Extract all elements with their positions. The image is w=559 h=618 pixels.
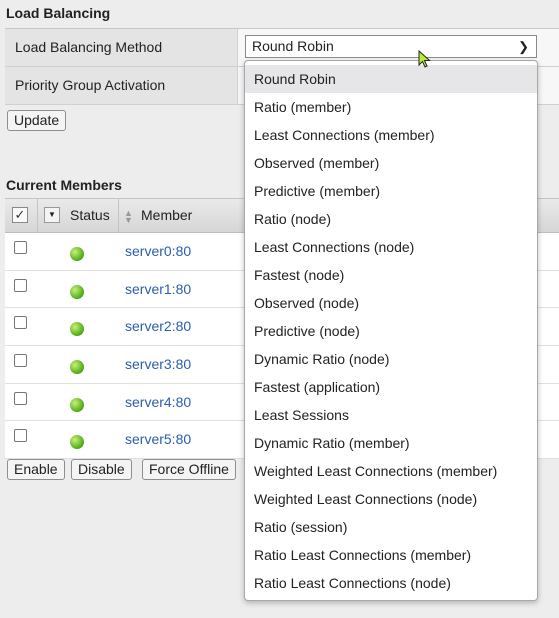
dropdown-option[interactable]: Fastest (node) <box>245 261 537 289</box>
dropdown-option[interactable]: Round Robin <box>245 65 537 93</box>
row-checkbox[interactable] <box>14 391 27 405</box>
dropdown-option[interactable]: Least Connections (member) <box>245 121 537 149</box>
dropdown-option[interactable]: Observed (node) <box>245 289 537 317</box>
dropdown-option[interactable]: Ratio (member) <box>245 93 537 121</box>
dropdown-option[interactable]: Fastest (application) <box>245 373 537 401</box>
dropdown-option[interactable]: Ratio (node) <box>245 205 537 233</box>
status-available-icon <box>70 397 84 412</box>
update-button[interactable]: Update <box>7 110 67 131</box>
dropdown-option[interactable]: Weighted Least Connections (node) <box>245 485 537 513</box>
member-link[interactable]: server3:80 <box>125 356 191 372</box>
sort-down-icon: ▼ <box>124 215 133 225</box>
member-link[interactable]: server1:80 <box>125 281 191 297</box>
dropdown-option[interactable]: Observed (member) <box>245 149 537 177</box>
status-available-icon <box>70 360 84 375</box>
section-title: Load Balancing <box>6 5 111 21</box>
priority-label: Priority Group Activation <box>5 67 238 104</box>
dropdown-option[interactable]: Ratio Least Connections (member) <box>245 541 537 569</box>
method-dropdown-list: Round Robin Ratio (member) Least Connectio… <box>244 60 538 601</box>
dropdown-option[interactable]: Weighted Least Connections (member) <box>245 457 537 485</box>
select-all-checkbox[interactable]: ✓ <box>12 207 28 223</box>
status-available-icon <box>70 435 84 450</box>
dropdown-option[interactable]: Ratio Least Connections (node) <box>245 569 537 597</box>
select-all-cell: ✓ <box>5 199 38 232</box>
row-checkbox[interactable] <box>14 241 27 254</box>
disable-button[interactable]: Disable <box>71 459 132 480</box>
filter-dropdown-icon[interactable]: ▼ <box>44 207 60 223</box>
mouse-cursor-icon <box>418 50 431 68</box>
member-header-label: Member <box>141 207 193 223</box>
dropdown-option[interactable]: Dynamic Ratio (member) <box>245 429 537 457</box>
member-link[interactable]: server4:80 <box>125 394 191 410</box>
status-header-label: Status <box>70 207 110 223</box>
dropdown-option[interactable]: Least Connections (node) <box>245 233 537 261</box>
dropdown-option[interactable]: Least Sessions <box>245 401 537 429</box>
row-checkbox[interactable] <box>14 278 27 292</box>
member-link[interactable]: server2:80 <box>125 318 191 334</box>
dropdown-option[interactable]: Predictive (member) <box>245 177 537 205</box>
chevron-down-icon: ❯ <box>518 39 529 54</box>
dropdown-option[interactable]: Ratio (session) <box>245 513 537 541</box>
method-select-value: Round Robin <box>252 38 334 54</box>
status-available-icon <box>70 322 84 337</box>
status-available-icon <box>70 284 84 299</box>
method-select[interactable]: Round Robin ❯ <box>245 35 537 58</box>
method-label: Load Balancing Method <box>5 29 238 66</box>
member-link[interactable]: server0:80 <box>125 243 191 259</box>
dropdown-option[interactable]: Predictive (node) <box>245 317 537 345</box>
enable-button[interactable]: Enable <box>7 459 65 480</box>
dropdown-option[interactable]: Dynamic Ratio (node) <box>245 345 537 373</box>
row-checkbox[interactable] <box>14 316 27 330</box>
status-available-icon <box>70 247 84 261</box>
row-checkbox[interactable] <box>14 354 27 368</box>
member-link[interactable]: server5:80 <box>125 431 191 447</box>
row-checkbox[interactable] <box>14 429 27 443</box>
members-title: Current Members <box>6 177 122 193</box>
status-column-header[interactable]: ▼ Status <box>37 199 119 232</box>
force-offline-button[interactable]: Force Offline <box>142 459 236 480</box>
